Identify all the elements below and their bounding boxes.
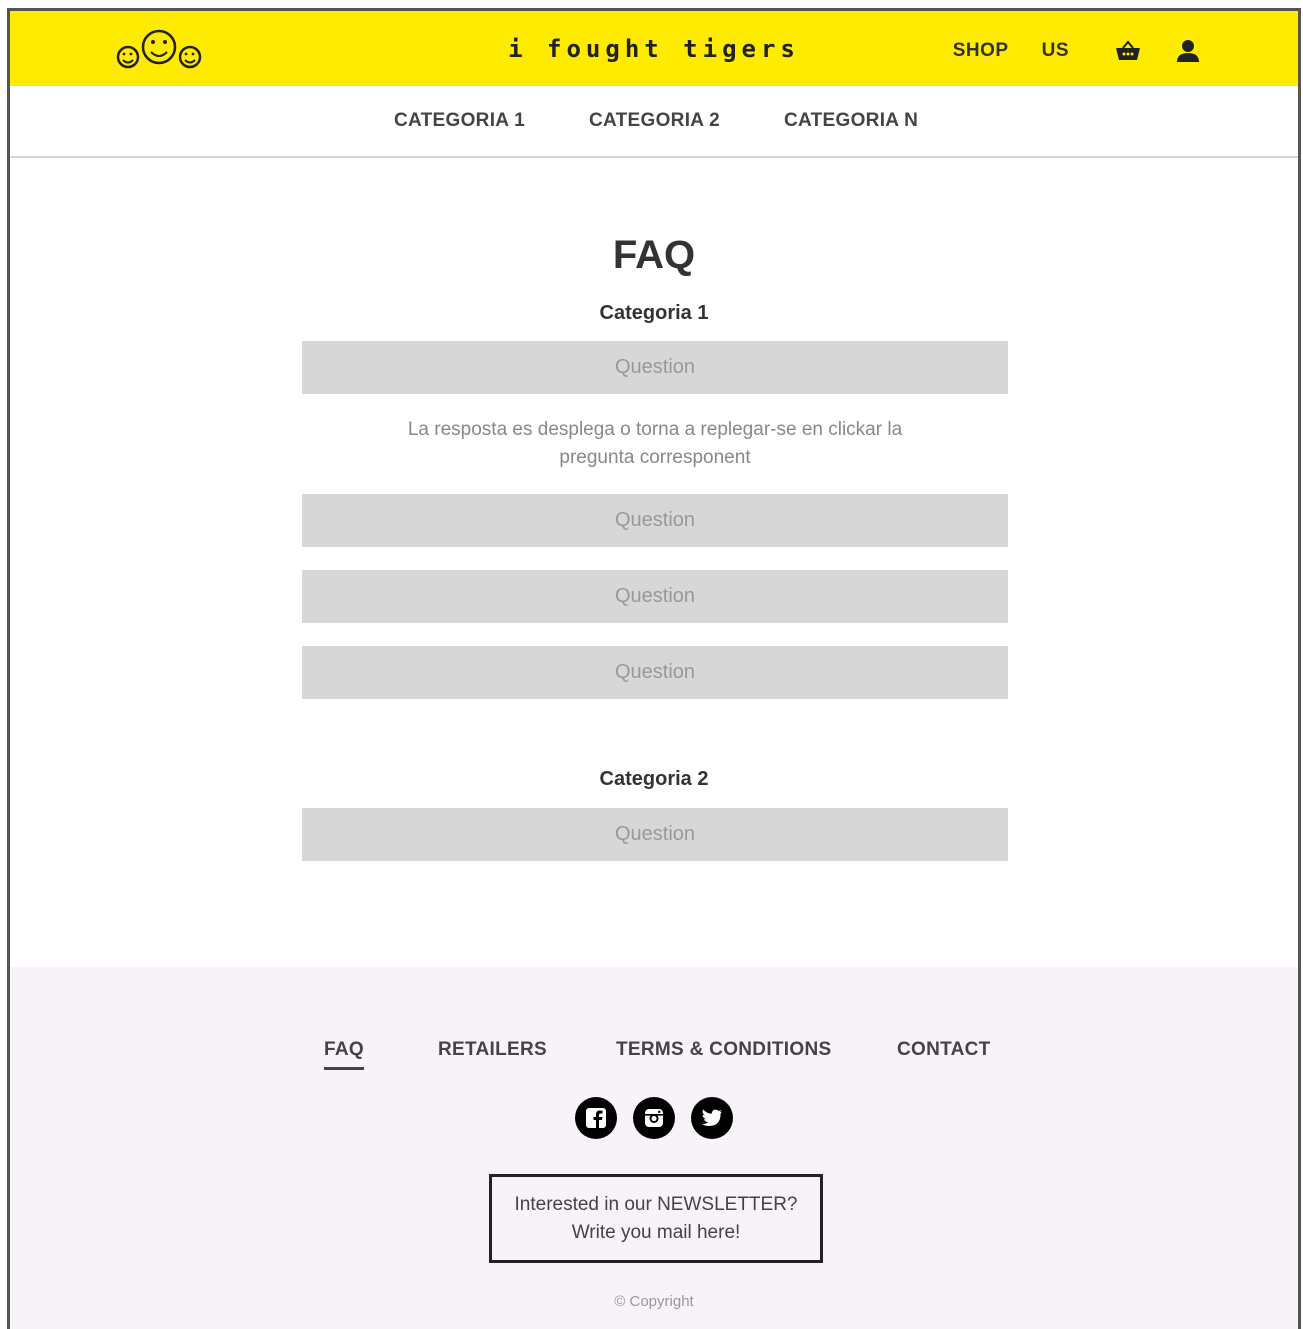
footer: FAQ RETAILERS TERMS & CONDITIONS CONTACT	[10, 967, 1298, 1329]
top-nav: SHOP US	[953, 37, 1202, 65]
category-nav: CATEGORIA 1 CATEGORIA 2 CATEGORIA N	[10, 86, 1298, 158]
faq-answer: La resposta es desplega o torna a repleg…	[407, 419, 903, 468]
footer-link-retailers[interactable]: RETAILERS	[438, 1039, 547, 1061]
social-links	[10, 1097, 1298, 1139]
user-icon[interactable]	[1174, 37, 1202, 65]
newsletter-input[interactable]: Interested in our NEWSLETTER? Write you …	[489, 1174, 823, 1263]
twitter-icon[interactable]	[691, 1097, 733, 1139]
section-title: Categoria 1	[599, 302, 709, 324]
faq-question[interactable]: Question	[302, 494, 1008, 547]
category-link-2[interactable]: CATEGORIA 2	[589, 110, 720, 132]
category-link-n[interactable]: CATEGORIA N	[784, 110, 918, 132]
page-frame: i fought tigers SHOP US CATEGORIA 1 CATE	[7, 8, 1301, 1329]
footer-link-terms[interactable]: TERMS & CONDITIONS	[616, 1039, 831, 1061]
instagram-icon[interactable]	[633, 1097, 675, 1139]
facebook-icon[interactable]	[575, 1097, 617, 1139]
faq-question[interactable]: Question	[302, 646, 1008, 699]
top-header: i fought tigers SHOP US	[10, 11, 1298, 86]
basket-icon[interactable]	[1114, 37, 1142, 65]
nav-us-link[interactable]: US	[1042, 40, 1069, 62]
category-link-1[interactable]: CATEGORIA 1	[394, 110, 525, 132]
nav-shop-link[interactable]: SHOP	[953, 40, 1009, 62]
section-title: Categoria 2	[599, 768, 709, 790]
copyright: © Copyright	[614, 1293, 694, 1310]
footer-link-faq[interactable]: FAQ	[324, 1039, 364, 1070]
faq-question[interactable]: Question	[302, 808, 1008, 861]
page-title: FAQ	[612, 233, 696, 277]
faq-question[interactable]: Question	[302, 570, 1008, 623]
footer-link-contact[interactable]: CONTACT	[897, 1039, 991, 1061]
newsletter-hint: Write you mail here!	[571, 1222, 741, 1243]
faq-question[interactable]: Question	[302, 341, 1008, 394]
newsletter-prompt: Interested in our NEWSLETTER?	[514, 1194, 798, 1215]
